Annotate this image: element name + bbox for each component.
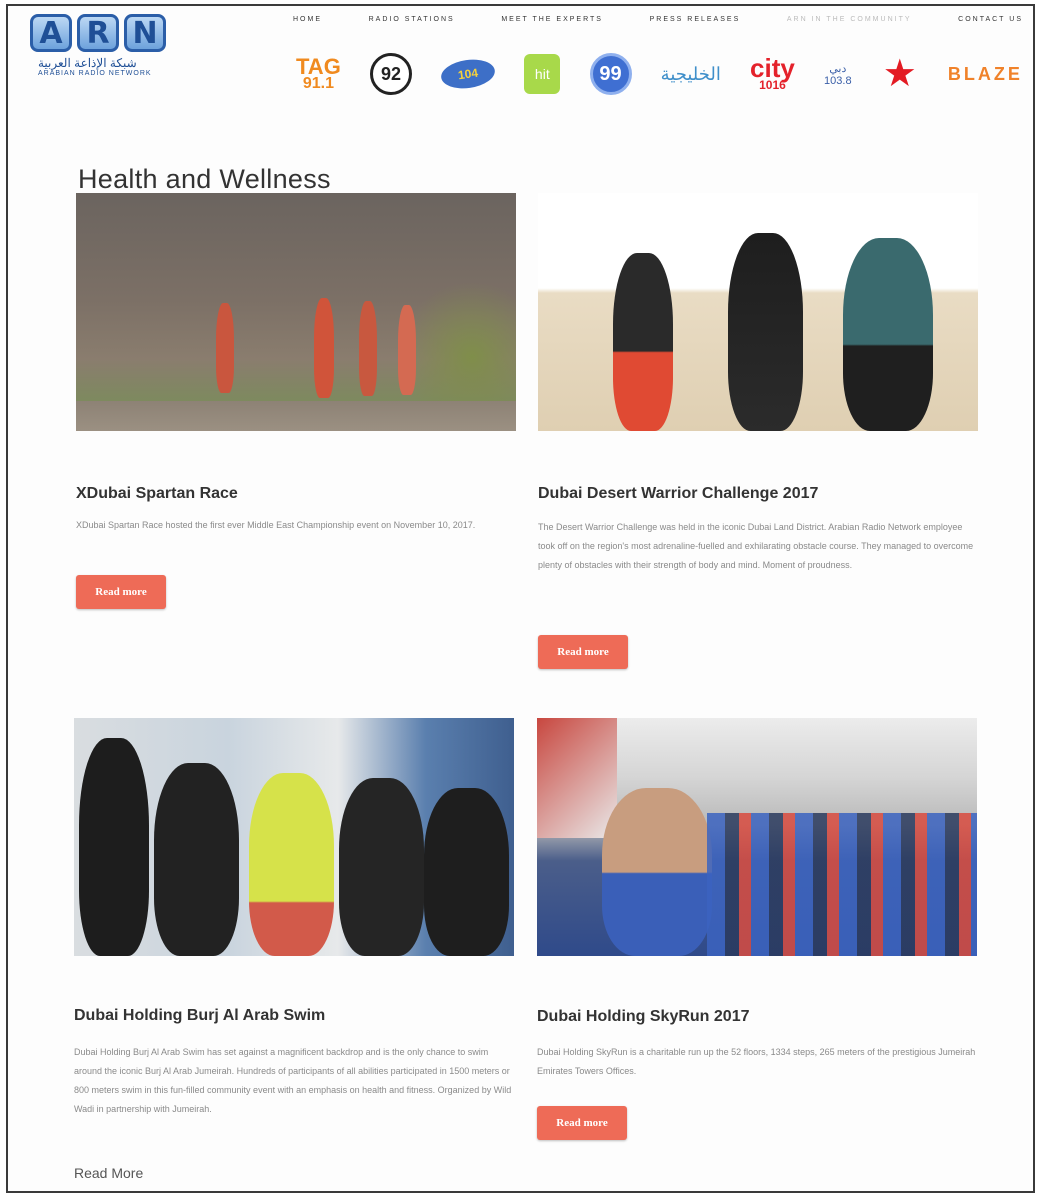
- person-figure: [728, 233, 803, 431]
- nav-contact-us[interactable]: CONTACT US: [958, 16, 1023, 23]
- article-photo[interactable]: [537, 718, 977, 956]
- article-title[interactable]: Dubai Holding SkyRun 2017: [537, 1008, 749, 1026]
- city-logo-name: city: [750, 52, 795, 83]
- person-figure: [79, 738, 149, 956]
- dubai-logo-name: دبي: [829, 62, 847, 75]
- tag-logo-name: TAG: [296, 53, 341, 79]
- person-figure: [424, 788, 509, 956]
- nav-radio-stations[interactable]: RADIO STATIONS: [369, 16, 455, 23]
- main-nav: HOME RADIO STATIONS MEET THE EXPERTS PRE…: [293, 16, 1023, 23]
- runner-figure: [216, 303, 234, 393]
- station-99-logo[interactable]: 99: [589, 53, 632, 95]
- logo-letter-n: N: [124, 14, 166, 52]
- dubai-logo-freq: 103.8: [824, 74, 852, 87]
- article-description: Dubai Holding Burj Al Arab Swim has set …: [74, 1047, 512, 1114]
- person-figure: [843, 238, 933, 431]
- article-photo[interactable]: [538, 193, 978, 431]
- station-dubai-logo[interactable]: دبي 103.8: [824, 62, 852, 87]
- article-description: Dubai Holding SkyRun is a charitable run…: [537, 1047, 976, 1076]
- logo-arabic-text: شبكة الإذاعة العربية: [38, 56, 137, 70]
- read-more-button[interactable]: Read more: [76, 575, 166, 609]
- article-card-skyrun: Dubai Holding SkyRun 2017 Dubai Holding …: [537, 718, 977, 1140]
- logo-letter-r: R: [77, 14, 119, 52]
- city-logo-freq: 1016: [759, 78, 786, 93]
- logo-english-text: ARABIAN RADIO NETWORK: [38, 70, 152, 77]
- person-figure: [613, 253, 673, 431]
- article-description: XDubai Spartan Race hosted the first eve…: [76, 520, 476, 530]
- article-card-desert-warrior: Dubai Desert Warrior Challenge 2017 The …: [538, 193, 978, 669]
- page-title: Health and Wellness: [78, 164, 331, 195]
- station-khaleejia-logo[interactable]: الخليجية: [661, 64, 721, 85]
- read-more-button[interactable]: Read more: [537, 1106, 627, 1140]
- runner-figure: [314, 298, 334, 398]
- nav-home[interactable]: HOME: [293, 16, 322, 23]
- station-92-logo[interactable]: 92: [369, 53, 412, 95]
- article-card-spartan-race: XDubai Spartan Race XDubai Spartan Race …: [76, 193, 516, 609]
- article-photo[interactable]: [76, 193, 516, 431]
- runner-figure: [398, 305, 416, 395]
- person-figure: [154, 763, 239, 956]
- nav-press-releases[interactable]: PRESS RELEASES: [650, 16, 741, 23]
- article-card-burj-al-arab-swim: Dubai Holding Burj Al Arab Swim Dubai Ho…: [74, 718, 514, 1181]
- article-title[interactable]: Dubai Desert Warrior Challenge 2017: [538, 485, 818, 503]
- tag-logo-freq: 91.1: [302, 74, 334, 92]
- person-figure: [602, 788, 712, 956]
- logo-letter-a: A: [30, 14, 72, 52]
- article-description: The Desert Warrior Challenge was held in…: [538, 522, 974, 570]
- station-tag-logo[interactable]: TAG 91.1: [296, 53, 341, 92]
- article-photo[interactable]: [74, 718, 514, 956]
- read-more-button[interactable]: Read more: [538, 635, 628, 669]
- read-more-link[interactable]: Read More: [74, 1165, 143, 1181]
- station-logos: TAG 91.1 92 104 hit 99 الخليجية city 101…: [296, 44, 1023, 104]
- person-figure: [249, 773, 334, 956]
- station-virgin-star-icon[interactable]: ★: [881, 55, 919, 93]
- logo-letters: A R N: [30, 14, 190, 52]
- station-blaze-logo[interactable]: BLAZE: [948, 64, 1023, 85]
- person-figure: [339, 778, 424, 956]
- station-104-logo[interactable]: 104: [439, 56, 497, 92]
- runner-figure: [359, 301, 377, 396]
- station-hit-logo[interactable]: hit: [524, 54, 561, 94]
- article-title[interactable]: XDubai Spartan Race: [76, 485, 238, 503]
- arn-logo[interactable]: A R N شبكة الإذاعة العربية ARABIAN RADIO…: [30, 14, 190, 98]
- article-title[interactable]: Dubai Holding Burj Al Arab Swim: [74, 1007, 325, 1025]
- nav-arn-in-the-community[interactable]: ARN IN THE COMMUNITY: [787, 16, 912, 23]
- page-frame: A R N شبكة الإذاعة العربية ARABIAN RADIO…: [6, 4, 1035, 1193]
- station-city-logo[interactable]: city 1016: [750, 52, 795, 93]
- nav-meet-the-experts[interactable]: MEET THE EXPERTS: [501, 16, 603, 23]
